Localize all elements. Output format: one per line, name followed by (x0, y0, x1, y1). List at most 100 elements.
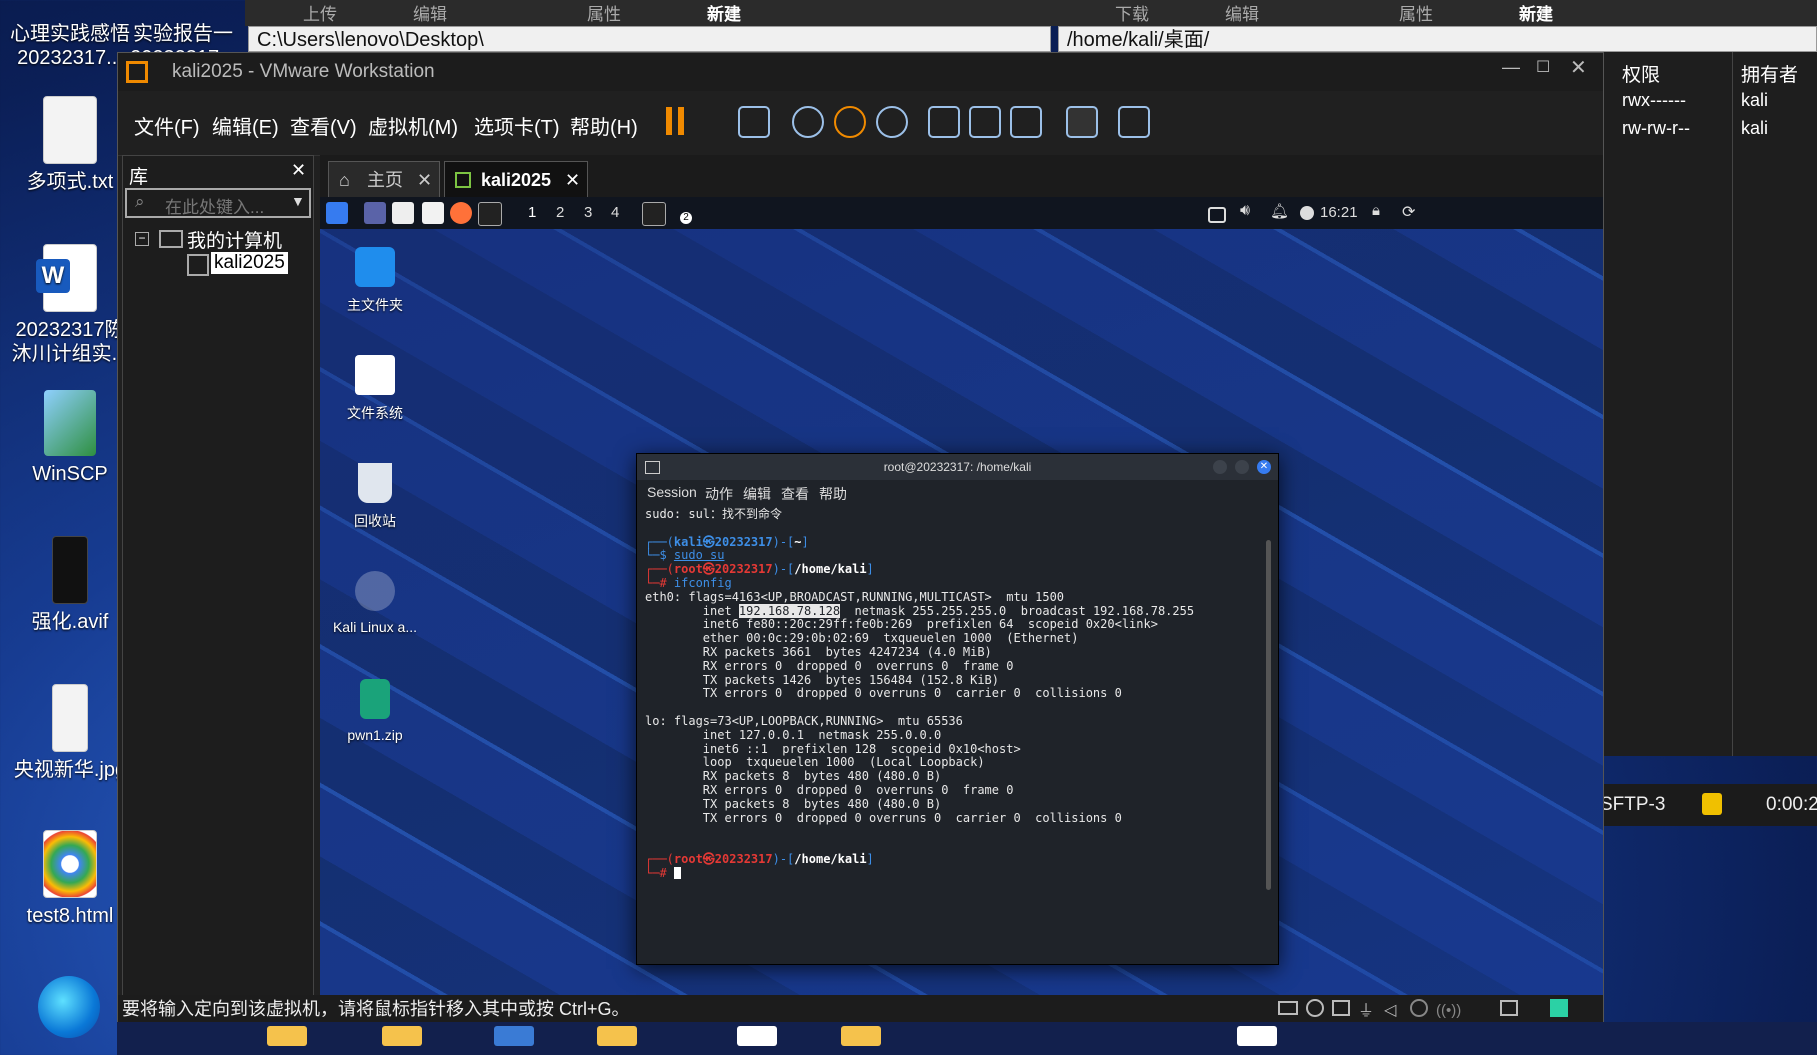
file-row-perm[interactable]: rw-rw-r-- (1622, 118, 1690, 139)
terminal-scrollbar[interactable] (1266, 540, 1271, 890)
terminal-minimize-icon[interactable] (1213, 460, 1227, 474)
lock-screen-icon[interactable]: 🔒︎ (1372, 202, 1394, 224)
workspace-4[interactable]: 4 (611, 197, 619, 229)
tab-home[interactable]: ⌂ 主页 ✕ (328, 161, 440, 197)
file-row-owner[interactable]: kali (1741, 90, 1768, 111)
term-menu-session[interactable]: Session (647, 484, 697, 500)
console-view-icon[interactable] (1066, 106, 1098, 138)
tab-home-close-icon[interactable]: ✕ (417, 162, 432, 198)
edit-right-button[interactable]: 编辑 (1225, 0, 1259, 25)
firefox-icon[interactable] (450, 202, 472, 224)
close-icon[interactable]: ✕ (1570, 55, 1587, 80)
maximize-icon[interactable]: ☐ (1536, 57, 1550, 77)
tab-kali2025[interactable]: kali2025 ✕ (444, 161, 588, 197)
menu-edit[interactable]: 编辑(E) (212, 111, 279, 140)
menu-view[interactable]: 查看(V) (290, 111, 357, 140)
library-close-icon[interactable]: ✕ (291, 160, 306, 181)
column-header-owner[interactable]: 拥有者 (1741, 60, 1798, 87)
terminal-window[interactable]: root@20232317: /home/kali ✕ Session 动作 编… (636, 453, 1279, 965)
thumbnail-bar-icon[interactable] (969, 106, 1001, 138)
text-editor-icon[interactable] (422, 202, 444, 224)
taskbar-app-icon[interactable] (737, 1026, 777, 1046)
fullscreen-icon[interactable] (1010, 106, 1042, 138)
menu-help[interactable]: 帮助(H) (570, 111, 638, 140)
terminal-maximize-icon[interactable] (1235, 460, 1249, 474)
new-left-button[interactable]: 新建 (707, 0, 741, 25)
kali-menu-icon[interactable] (326, 202, 348, 224)
cd-icon[interactable] (1306, 999, 1324, 1017)
menu-file[interactable]: 文件(F) (134, 111, 200, 140)
tree-root-my-computer[interactable]: 我的计算机 (187, 226, 282, 253)
message-log-icon[interactable] (1550, 999, 1568, 1017)
revert-snapshot-icon[interactable] (834, 106, 866, 138)
taskbar-app-icon[interactable] (267, 1026, 307, 1046)
network-icon[interactable] (1300, 206, 1314, 220)
new-right-button[interactable]: 新建 (1519, 0, 1553, 25)
library-search-box[interactable]: ⌕ 在此处键入... ▼ (125, 188, 311, 218)
workspace-1[interactable]: 1 (528, 197, 536, 229)
selected-ip[interactable]: 192.168.78.128 (738, 603, 841, 618)
term-line: ether 00:0c:29:0b:02:69 txqueuelen 1000 … (645, 631, 1079, 646)
terminal-output[interactable]: sudo: sul：找不到命令 ┌──(kali㉿20232317)-[~] └─… (645, 507, 1250, 958)
tree-item-kali2025[interactable]: kali2025 (211, 252, 288, 274)
display-settings-icon[interactable] (1500, 1000, 1518, 1016)
terminal-window-icon[interactable] (642, 202, 666, 226)
show-library-icon[interactable] (928, 106, 960, 138)
network-adapter-icon[interactable] (1332, 1000, 1350, 1016)
prompt-user: kali㉿20232317 (673, 534, 773, 549)
hdd-icon[interactable] (1278, 1001, 1298, 1015)
workspace-3[interactable]: 3 (584, 197, 592, 229)
send-ctrl-alt-del-icon[interactable] (738, 106, 770, 138)
guest-icon-pwn1-zip[interactable]: pwn1.zip (320, 679, 430, 743)
taskbar-app-icon[interactable] (494, 1026, 534, 1046)
download-button[interactable]: 下载 (1115, 0, 1149, 25)
snapshot-icon[interactable] (792, 106, 824, 138)
terminal-launcher-icon[interactable] (478, 202, 502, 226)
term-menu-actions[interactable]: 动作 (705, 484, 733, 504)
sound-icon[interactable]: ◁ (1384, 997, 1396, 1025)
file-row-owner[interactable]: kali (1741, 118, 1768, 139)
props-right-button[interactable]: 属性 (1399, 0, 1433, 25)
taskbar-app-icon[interactable] (382, 1026, 422, 1046)
minimize-icon[interactable]: — (1502, 57, 1520, 78)
workspace-2[interactable]: 2 (556, 197, 564, 229)
panel-clock[interactable]: 16:21 (1320, 197, 1358, 229)
logout-icon[interactable]: ⟳ (1402, 202, 1424, 224)
computer-icon (159, 230, 183, 248)
term-menu-help[interactable]: 帮助 (819, 484, 847, 504)
file-manager-icon[interactable] (392, 202, 414, 224)
terminal-close-icon[interactable]: ✕ (1257, 460, 1271, 474)
printer-icon[interactable] (1410, 999, 1428, 1017)
search-dropdown-icon[interactable]: ▼ (291, 193, 305, 209)
display-icon[interactable] (1208, 207, 1226, 223)
local-path-field[interactable]: C:\Users\lenovo\Desktop\ (248, 26, 1051, 52)
edge-icon[interactable] (38, 976, 100, 1038)
file-row-perm[interactable]: rwx------ (1622, 90, 1686, 111)
guest-icon-home-folder[interactable]: 主文件夹 (320, 247, 430, 315)
edit-left-button[interactable]: 编辑 (413, 0, 447, 25)
guest-icon-trash[interactable]: 回收站 (320, 463, 430, 531)
term-menu-edit[interactable]: 编辑 (743, 484, 771, 504)
menu-tabs[interactable]: 选项卡(T) (474, 111, 560, 140)
column-header-permissions[interactable]: 权限 (1622, 60, 1660, 87)
remote-path-field[interactable]: /home/kali/桌面/ (1058, 26, 1817, 52)
pause-icon[interactable] (666, 107, 684, 135)
guest-icon-filesystem[interactable]: 文件系统 (320, 355, 430, 423)
tab-kali2025-close-icon[interactable]: ✕ (565, 162, 580, 198)
taskbar-app-icon[interactable] (841, 1026, 881, 1046)
bluetooth-icon[interactable]: ((•)) (1436, 997, 1461, 1025)
snapshot-manager-icon[interactable] (876, 106, 908, 138)
upload-button[interactable]: 上传 (303, 0, 337, 25)
guest-icon-kali-linux[interactable]: Kali Linux a... (320, 571, 430, 635)
tree-collapse-icon[interactable]: − (135, 232, 149, 246)
term-menu-view[interactable]: 查看 (781, 484, 809, 504)
taskbar-app-icon[interactable] (1237, 1026, 1277, 1046)
taskbar-app-icon[interactable] (597, 1026, 637, 1046)
volume-icon[interactable]: 🔊︎ (1240, 202, 1262, 224)
stretch-icon[interactable] (1118, 106, 1150, 138)
menu-vm[interactable]: 虚拟机(M) (368, 111, 458, 140)
props-left-button[interactable]: 属性 (587, 0, 621, 25)
notification-bell-icon[interactable]: 🔔︎ (1270, 202, 1292, 224)
show-desktop-icon[interactable] (364, 202, 386, 224)
guest-display[interactable]: 1 2 3 4 2 🔊︎ 🔔︎ 16:21 🔒︎ ⟳ 主文件夹 文件系统 回收站 (320, 197, 1603, 995)
